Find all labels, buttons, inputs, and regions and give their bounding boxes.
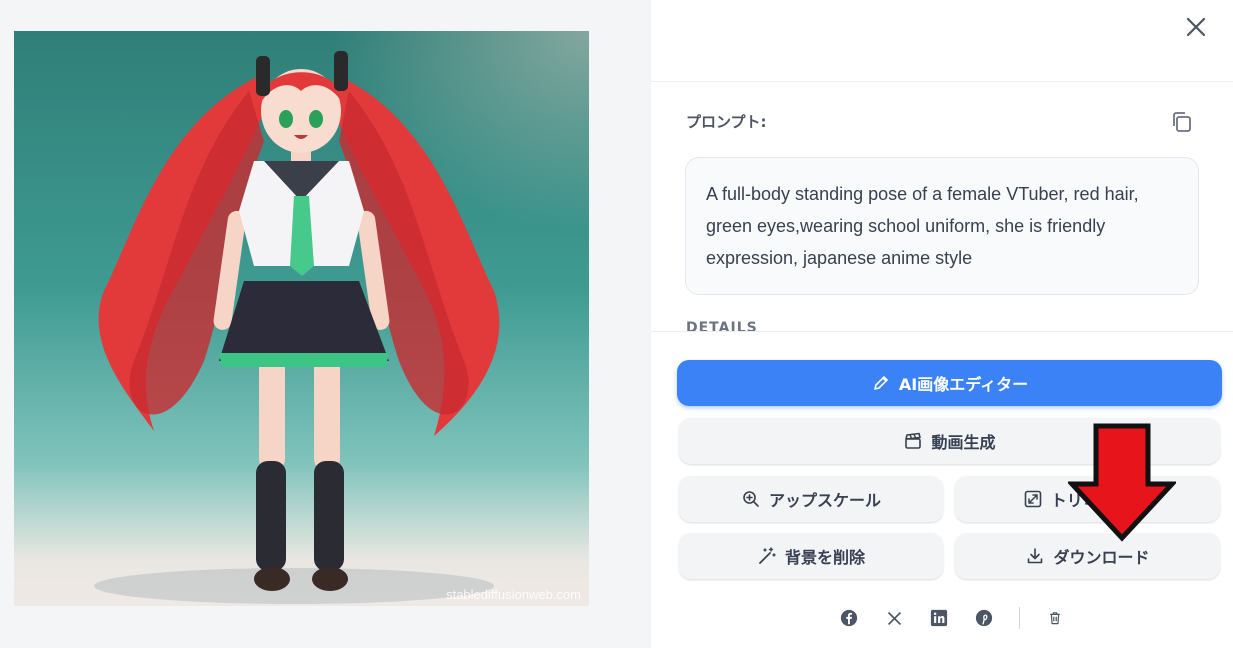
anime-character-illustration <box>94 51 500 604</box>
trash-icon[interactable] <box>1045 608 1065 628</box>
image-viewer: stablediffusionweb.com <box>0 0 650 648</box>
share-separator <box>1019 607 1020 629</box>
generated-image: stablediffusionweb.com <box>14 31 589 606</box>
ai-editor-label: AI画像エディター <box>898 375 1029 394</box>
download-label: ダウンロード <box>1053 548 1150 567</box>
download-icon <box>1028 548 1043 564</box>
upscale-button[interactable]: アップスケール <box>679 476 943 522</box>
red-arrow-annotation <box>1068 423 1176 542</box>
close-icon[interactable] <box>1183 14 1209 40</box>
image-watermark: stablediffusionweb.com <box>446 587 581 602</box>
copy-icon[interactable] <box>1169 109 1195 135</box>
header-divider <box>651 81 1233 82</box>
actions-divider <box>651 331 1233 332</box>
clapperboard-icon <box>905 432 922 449</box>
facebook-icon[interactable] <box>839 608 859 628</box>
magic-wand-icon <box>759 547 776 564</box>
upscale-label: アップスケール <box>768 491 881 510</box>
share-bar <box>839 607 1065 629</box>
prompt-label: プロンプト: <box>686 113 767 131</box>
detail-panel: プロンプト: A full-body standing pose of a fe… <box>651 0 1233 648</box>
linkedin-icon[interactable] <box>929 608 949 628</box>
expand-icon <box>1024 490 1042 508</box>
pencil-icon <box>874 376 888 390</box>
zoom-in-icon <box>743 491 759 507</box>
prompt-text: A full-body standing pose of a female VT… <box>685 157 1199 295</box>
x-icon[interactable] <box>884 608 904 628</box>
ai-editor-button[interactable]: AI画像エディター <box>677 360 1222 406</box>
video-generate-label: 動画生成 <box>931 433 996 452</box>
remove-background-button[interactable]: 背景を削除 <box>679 533 943 579</box>
pinterest-icon[interactable] <box>974 608 994 628</box>
remove-background-label: 背景を削除 <box>784 548 865 567</box>
